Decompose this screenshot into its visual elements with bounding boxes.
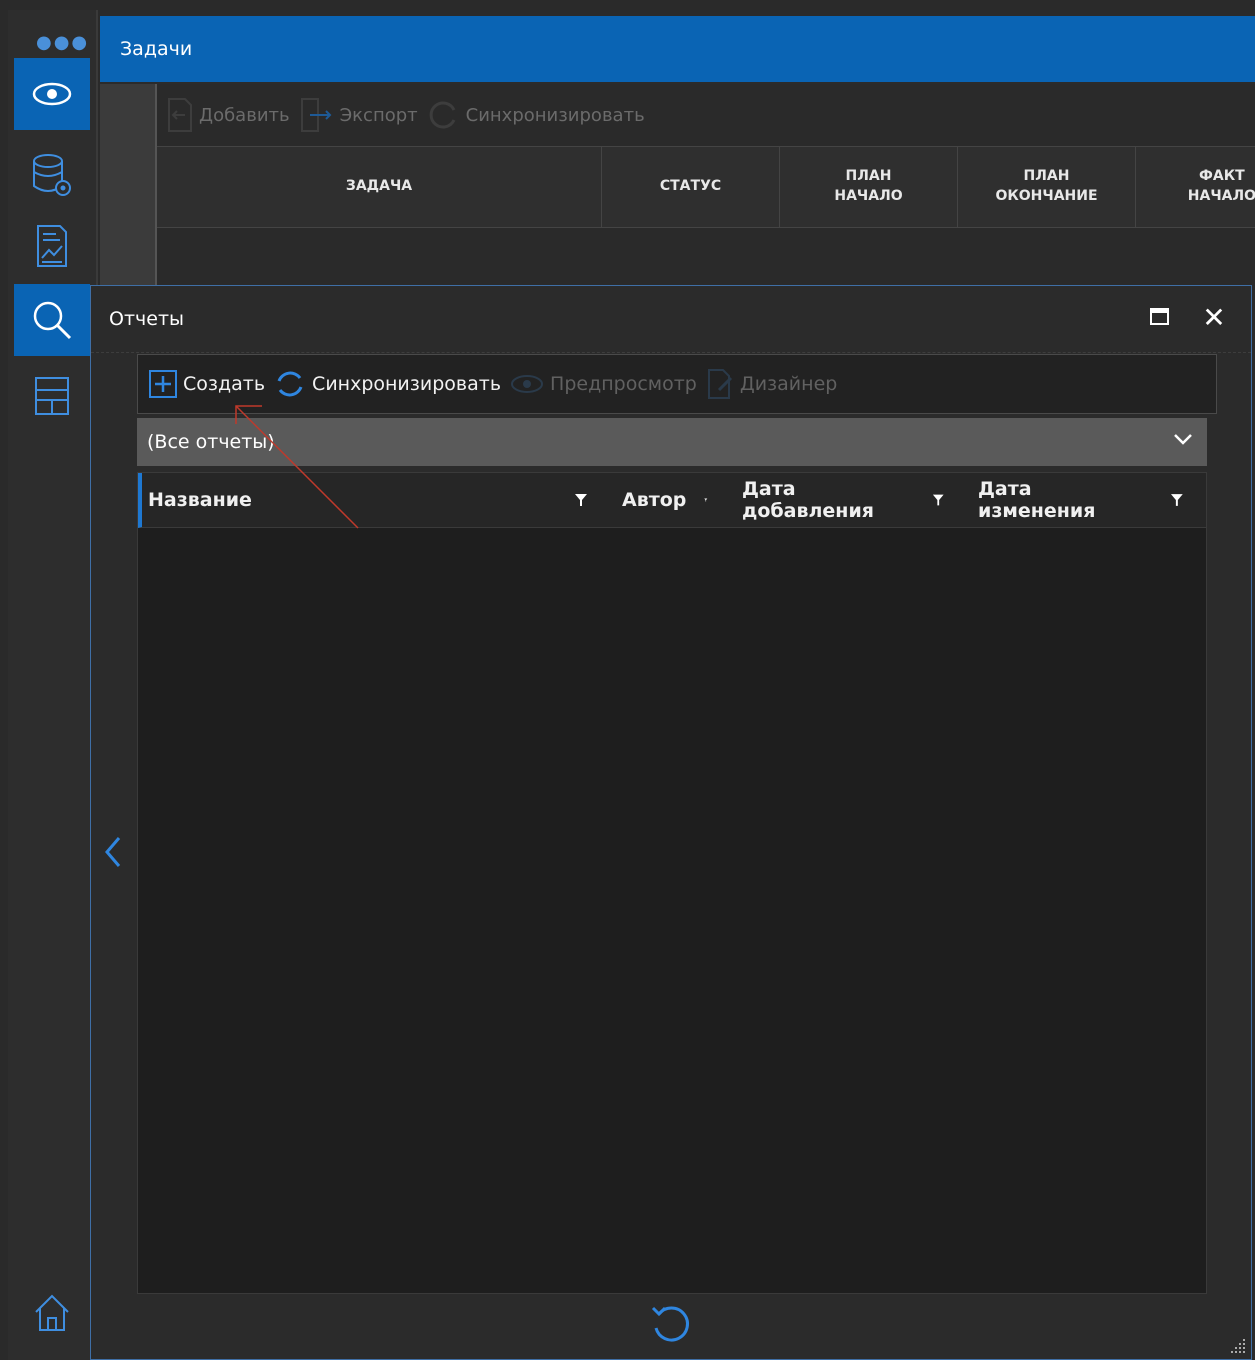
tasks-content: Добавить Экспорт Синхронизировать ЗАДАЧА… bbox=[155, 84, 1255, 296]
search-icon bbox=[33, 301, 72, 340]
report-filter-select[interactable]: (Все отчеты) bbox=[137, 418, 1207, 466]
close-button[interactable]: ✕ bbox=[1199, 300, 1229, 334]
tasks-col-task[interactable]: ЗАДАЧА bbox=[157, 147, 602, 227]
maximize-icon[interactable] bbox=[1149, 306, 1171, 328]
filter-icon[interactable] bbox=[574, 492, 588, 508]
layout-icon bbox=[35, 377, 69, 415]
rail-item-view[interactable] bbox=[14, 58, 90, 130]
more-dots-icon[interactable]: ●●● bbox=[36, 32, 89, 53]
tasks-col-fact-start[interactable]: ФАКТ НАЧАЛО bbox=[1136, 147, 1255, 227]
tasks-window: Задачи Добавить Экспорт Синхронизировать… bbox=[100, 16, 1255, 296]
tasks-grid-header: ЗАДАЧА СТАТУС ПЛАН НАЧАЛО ПЛАН ОКОНЧАНИЕ… bbox=[157, 147, 1255, 228]
tasks-export-button[interactable]: Экспорт bbox=[298, 97, 418, 133]
reports-grid-header: Название Автор Дата добавления Дата изме… bbox=[138, 473, 1206, 528]
create-report-button[interactable]: Создать bbox=[148, 369, 265, 399]
refresh-icon[interactable] bbox=[647, 1300, 695, 1348]
rail-item-reports[interactable] bbox=[14, 210, 90, 282]
eye-icon bbox=[32, 82, 72, 106]
filter-icon[interactable] bbox=[1170, 492, 1184, 508]
reports-grid: Название Автор Дата добавления Дата изме… bbox=[137, 472, 1207, 1294]
col-name-header[interactable]: Название bbox=[142, 473, 588, 527]
reports-window: Отчеты ✕ Создать Синхронизировать Предпр… bbox=[90, 285, 1252, 1360]
sync-icon bbox=[429, 101, 456, 129]
resize-grip-icon[interactable] bbox=[1231, 1339, 1247, 1355]
close-icon: ✕ bbox=[1202, 300, 1226, 334]
filter-icon[interactable] bbox=[932, 492, 945, 508]
col-author-header[interactable]: Автор bbox=[588, 473, 708, 527]
home-icon bbox=[35, 1294, 69, 1331]
chevron-left-icon[interactable] bbox=[101, 834, 125, 870]
col-date-added-label: Дата добавления bbox=[742, 478, 874, 522]
col-author-label: Автор bbox=[622, 489, 687, 511]
tasks-add-label: Добавить bbox=[199, 104, 290, 126]
col-name-label: Название bbox=[148, 489, 252, 511]
tasks-sync-button[interactable]: Синхронизировать bbox=[426, 98, 645, 132]
tasks-title: Задачи bbox=[100, 16, 1255, 82]
database-gear-icon bbox=[33, 154, 71, 196]
rail-item-database-settings[interactable] bbox=[14, 140, 90, 212]
sync-reports-label: Синхронизировать bbox=[312, 373, 502, 395]
preview-label: Предпросмотр bbox=[550, 373, 697, 395]
tasks-col-plan-end[interactable]: ПЛАН ОКОНЧАНИЕ bbox=[958, 147, 1136, 227]
col-date-modified-label: Дата изменения bbox=[978, 478, 1096, 522]
sync-reports-button[interactable]: Синхронизировать bbox=[273, 367, 501, 401]
designer-icon bbox=[707, 369, 732, 399]
tasks-toolbar: Добавить Экспорт Синхронизировать bbox=[157, 84, 1255, 147]
sync-icon bbox=[277, 371, 303, 397]
tasks-col-status[interactable]: СТАТУС bbox=[602, 147, 780, 227]
plus-icon bbox=[149, 370, 177, 398]
create-report-label: Создать bbox=[183, 373, 266, 395]
export-icon bbox=[300, 98, 332, 132]
add-document-icon bbox=[168, 98, 192, 132]
preview-button[interactable]: Предпросмотр bbox=[509, 372, 697, 396]
rail-item-home[interactable] bbox=[14, 1276, 90, 1348]
tasks-col-plan-start[interactable]: ПЛАН НАЧАЛО bbox=[780, 147, 958, 227]
reports-toolbar: Создать Синхронизировать Предпросмотр Ди… bbox=[137, 354, 1217, 414]
col-date-added-header[interactable]: Дата добавления bbox=[708, 473, 944, 527]
report-chart-icon bbox=[37, 225, 67, 267]
report-filter-value: (Все отчеты) bbox=[147, 431, 275, 453]
reports-grid-body bbox=[138, 528, 1206, 1288]
chevron-down-icon bbox=[1174, 434, 1192, 445]
designer-button[interactable]: Дизайнер bbox=[705, 368, 837, 400]
side-navigation-rail: ●●● bbox=[8, 10, 98, 1360]
col-date-modified-header[interactable]: Дата изменения bbox=[944, 473, 1184, 527]
tasks-add-button[interactable]: Добавить bbox=[165, 97, 290, 133]
eye-icon bbox=[511, 375, 544, 393]
tasks-body: Добавить Экспорт Синхронизировать ЗАДАЧА… bbox=[100, 84, 1255, 296]
designer-label: Дизайнер bbox=[739, 373, 838, 395]
tasks-export-label: Экспорт bbox=[339, 104, 418, 126]
rail-item-layout[interactable] bbox=[14, 360, 90, 432]
reports-title: Отчеты bbox=[109, 308, 185, 330]
reports-title-bar: Отчеты ✕ bbox=[91, 286, 1251, 353]
tasks-sync-label: Синхронизировать bbox=[465, 104, 645, 126]
rail-item-search[interactable] bbox=[14, 284, 90, 356]
